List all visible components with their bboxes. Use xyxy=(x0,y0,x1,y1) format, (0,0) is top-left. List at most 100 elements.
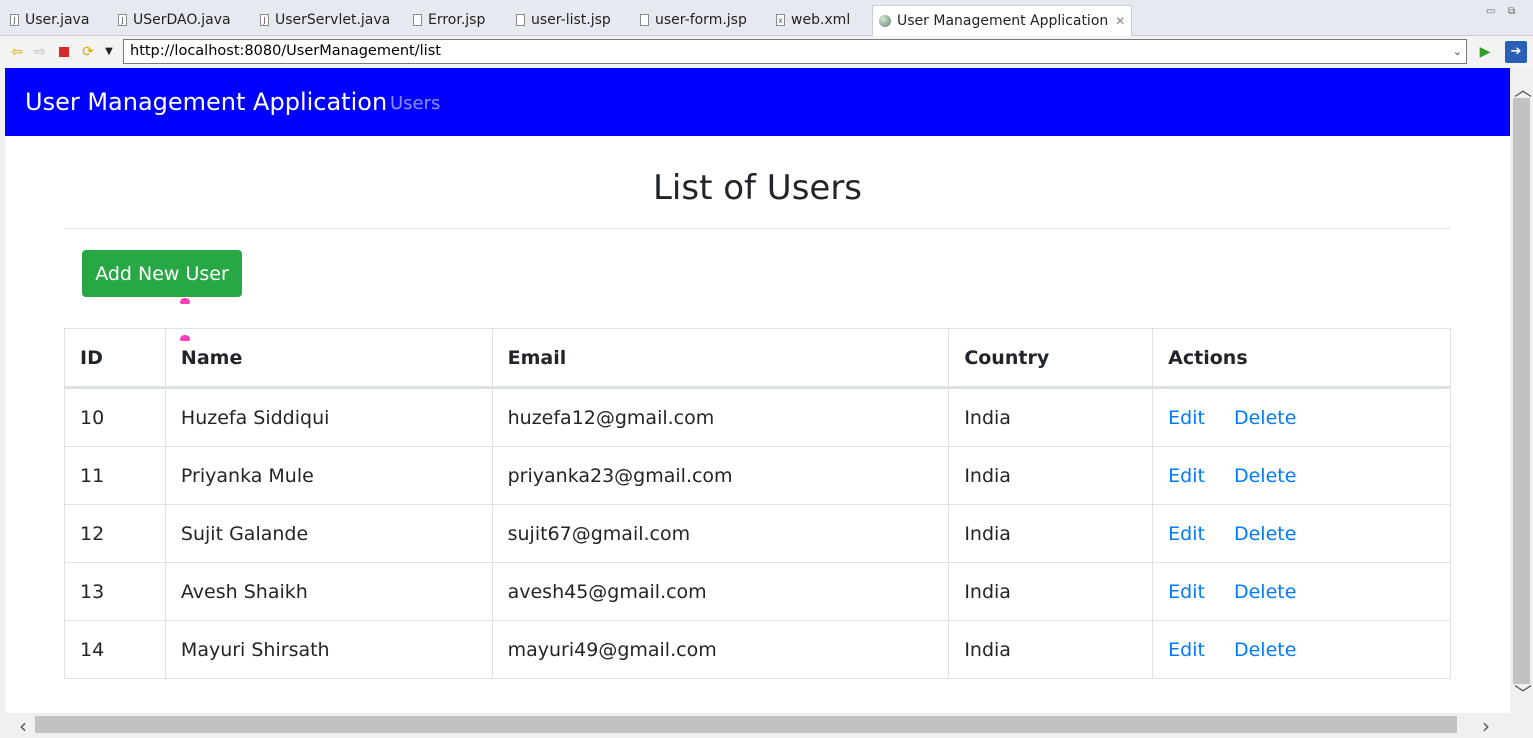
tab-label: User Management Application xyxy=(897,13,1109,29)
chevron-down-icon[interactable]: ⌄ xyxy=(1453,40,1462,63)
delete-link[interactable]: Delete xyxy=(1234,407,1296,429)
cursor-marker-icon xyxy=(180,298,190,304)
tab-label: user-list.jsp xyxy=(531,12,611,28)
delete-link[interactable]: Delete xyxy=(1234,523,1296,545)
tab-label: user-form.jsp xyxy=(655,12,747,28)
tab-label: Error.jsp xyxy=(428,12,486,28)
cell-actions: Edit Delete xyxy=(1152,387,1451,447)
brand-link[interactable]: User Management Application xyxy=(25,88,387,116)
vertical-scroll-thumb[interactable] xyxy=(1513,98,1530,684)
xml-file-icon: x xyxy=(776,14,785,26)
url-text: http://localhost:8080/UserManagement/lis… xyxy=(130,43,441,59)
cell-actions: Edit Delete xyxy=(1152,446,1451,505)
go-icon[interactable]: ▶ xyxy=(1477,44,1493,60)
cell-actions: Edit Delete xyxy=(1152,504,1451,563)
globe-icon xyxy=(879,15,891,27)
stop-icon[interactable] xyxy=(56,44,72,60)
column-header-country: Country xyxy=(948,328,1154,389)
column-header-actions: Actions xyxy=(1152,328,1451,389)
java-file-icon: J xyxy=(118,14,127,26)
column-header-email: Email xyxy=(491,328,950,389)
cell-country: India xyxy=(948,387,1154,447)
table-header-row: ID Name Email Country Actions xyxy=(64,328,1451,389)
browser-viewport: User Management Application Users List o… xyxy=(5,68,1510,713)
page-title: List of Users xyxy=(652,168,863,208)
tab-label: web.xml xyxy=(791,12,851,28)
cell-email: mayuri49@gmail.com xyxy=(491,620,950,679)
refresh-icon[interactable]: ⟳ xyxy=(80,44,96,60)
jsp-file-icon xyxy=(640,14,649,26)
history-dropdown-icon[interactable]: ▼ xyxy=(101,44,117,60)
scroll-down-icon[interactable]: ﹀ xyxy=(1514,680,1532,706)
delete-link[interactable]: Delete xyxy=(1234,639,1296,661)
vertical-scrollbar[interactable]: ︿ ﹀ xyxy=(1510,68,1533,713)
minimize-icon[interactable]: ▭ xyxy=(1486,6,1495,17)
cell-email: huzefa12@gmail.com xyxy=(491,387,950,447)
table-row: 13 Avesh Shaikh avesh45@gmail.com India … xyxy=(64,562,1451,621)
open-external-browser-icon[interactable]: ➔ xyxy=(1505,41,1527,63)
column-header-name: Name xyxy=(164,328,493,389)
editor-tab-bar: J User.java J USerDAO.java J UserServlet… xyxy=(0,0,1533,36)
scroll-right-icon[interactable]: › xyxy=(1482,714,1490,738)
back-icon[interactable]: ⇦ xyxy=(9,44,25,60)
cell-id: 11 xyxy=(64,446,166,505)
url-input[interactable]: http://localhost:8080/UserManagement/lis… xyxy=(123,39,1467,64)
tab-label: UserServlet.java xyxy=(275,12,391,28)
column-header-id: ID xyxy=(64,328,166,389)
cell-country: India xyxy=(948,504,1154,563)
java-file-icon: J xyxy=(260,14,269,26)
cell-country: India xyxy=(948,446,1154,505)
tab-label: User.java xyxy=(25,12,90,28)
cell-name: Huzefa Siddiqui xyxy=(164,387,493,447)
cell-id: 13 xyxy=(64,562,166,621)
jsp-file-icon xyxy=(516,14,525,26)
divider xyxy=(65,228,1451,229)
close-icon[interactable]: ✕ xyxy=(1115,14,1125,28)
jsp-file-icon xyxy=(413,14,422,26)
edit-link[interactable]: Edit xyxy=(1168,581,1205,603)
cell-name: Mayuri Shirsath xyxy=(164,620,493,679)
cell-name: Priyanka Mule xyxy=(164,446,493,505)
scroll-left-icon[interactable]: ‹ xyxy=(19,714,27,738)
delete-link[interactable]: Delete xyxy=(1234,465,1296,487)
cell-id: 14 xyxy=(64,620,166,679)
tab-user-java[interactable]: J User.java xyxy=(10,6,89,34)
tab-userdao-java[interactable]: J USerDAO.java xyxy=(118,6,231,34)
tab-error-jsp[interactable]: Error.jsp xyxy=(413,6,485,34)
java-file-icon: J xyxy=(10,14,19,26)
tab-user-management-application[interactable]: User Management Application ✕ xyxy=(872,5,1133,36)
tab-user-list-jsp[interactable]: user-list.jsp xyxy=(516,6,611,34)
cell-name: Avesh Shaikh xyxy=(164,562,493,621)
horizontal-scroll-thumb[interactable] xyxy=(35,716,1457,733)
maximize-icon[interactable]: ⧉ xyxy=(1508,6,1515,17)
cell-country: India xyxy=(948,562,1154,621)
table-row: 12 Sujit Galande sujit67@gmail.com India… xyxy=(64,504,1451,563)
tab-user-form-jsp[interactable]: user-form.jsp xyxy=(640,6,747,34)
cell-email: priyanka23@gmail.com xyxy=(491,446,950,505)
edit-link[interactable]: Edit xyxy=(1168,407,1205,429)
cell-actions: Edit Delete xyxy=(1152,620,1451,679)
cell-email: avesh45@gmail.com xyxy=(491,562,950,621)
nav-link-users[interactable]: Users xyxy=(390,93,440,114)
cell-name: Sujit Galande xyxy=(164,504,493,563)
add-new-user-button[interactable]: Add New User xyxy=(82,250,242,297)
browser-toolbar: ⇦ ⇨ ⟳ ▼ http://localhost:8080/UserManage… xyxy=(0,36,1533,68)
users-table: ID Name Email Country Actions 10 Huzefa … xyxy=(64,328,1451,679)
edit-link[interactable]: Edit xyxy=(1168,639,1205,661)
horizontal-scrollbar[interactable]: ‹ › xyxy=(5,713,1510,738)
tab-userservlet-java[interactable]: J UserServlet.java xyxy=(260,6,390,34)
table-row: 11 Priyanka Mule priyanka23@gmail.com In… xyxy=(64,446,1451,505)
cell-country: India xyxy=(948,620,1154,679)
tab-label: USerDAO.java xyxy=(133,12,231,28)
delete-link[interactable]: Delete xyxy=(1234,581,1296,603)
table-row: 14 Mayuri Shirsath mayuri49@gmail.com In… xyxy=(64,620,1451,679)
edit-link[interactable]: Edit xyxy=(1168,523,1205,545)
cell-email: sujit67@gmail.com xyxy=(491,504,950,563)
tab-web-xml[interactable]: x web.xml xyxy=(776,6,850,34)
forward-icon[interactable]: ⇨ xyxy=(32,44,48,60)
cell-actions: Edit Delete xyxy=(1152,562,1451,621)
cell-id: 10 xyxy=(64,387,166,447)
navbar: User Management Application Users xyxy=(5,68,1510,136)
edit-link[interactable]: Edit xyxy=(1168,465,1205,487)
cell-id: 12 xyxy=(64,504,166,563)
